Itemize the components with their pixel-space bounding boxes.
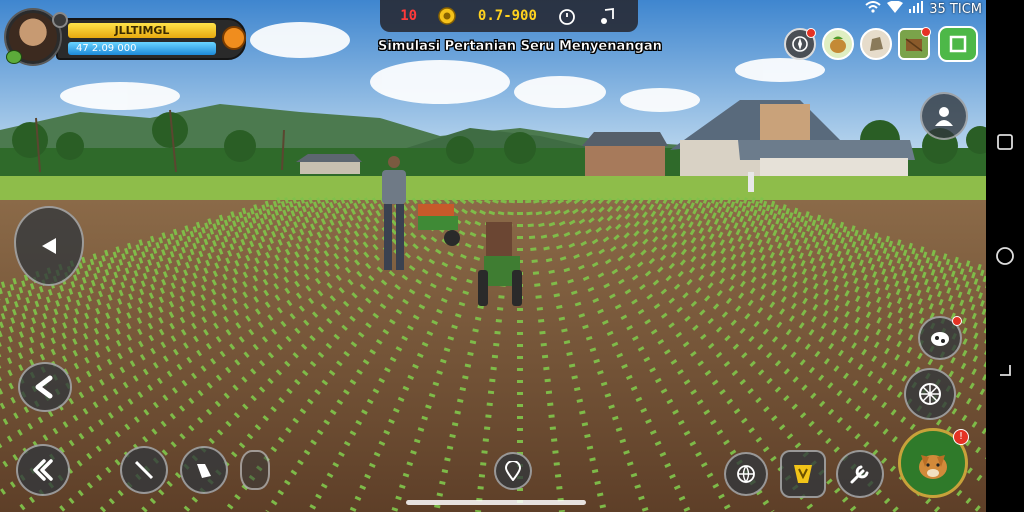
signal-wifi-icon <box>887 0 904 17</box>
map-pin-icon <box>504 461 522 481</box>
fertilizer-sack-icon[interactable] <box>860 28 892 60</box>
player-name: JLLTIMGL <box>68 23 216 38</box>
music-icon[interactable] <box>598 6 618 26</box>
game-title: Simulasi Pertanian Seru Menyenangan <box>378 39 662 54</box>
back-arrow-button[interactable] <box>18 362 72 412</box>
livestock-badge <box>952 316 962 326</box>
recent-apps-button[interactable] <box>994 131 1016 153</box>
wheel-icon <box>919 383 941 405</box>
pet-badge: ! <box>953 429 969 445</box>
livestock-button[interactable] <box>918 316 962 360</box>
timer-icon[interactable] <box>557 6 577 26</box>
tools-button[interactable] <box>836 450 884 498</box>
tool-hoe-button[interactable] <box>120 446 168 494</box>
cow-icon <box>931 332 949 346</box>
crate-badge <box>921 27 931 37</box>
game-scene <box>0 0 986 512</box>
back-icon <box>1000 365 1011 376</box>
quest-scroll-icon <box>794 465 812 483</box>
tool-slot-empty[interactable] <box>240 450 270 490</box>
arrow-left-icon <box>42 238 56 254</box>
coin-icon <box>437 6 457 26</box>
farm-background <box>0 0 986 512</box>
settings-gear-icon[interactable] <box>222 26 246 50</box>
status-bar: 35 TICM <box>865 0 982 18</box>
player-panel[interactable]: JLLTIMGL 47 2.09 000 <box>6 10 246 64</box>
double-chevron-left-icon <box>33 459 53 481</box>
harvest-button[interactable] <box>904 368 956 420</box>
wifi-icon <box>865 1 881 17</box>
player-xp: 47 2.09 000 <box>68 42 216 55</box>
system-nav-bar <box>986 0 1024 512</box>
watering-can-icon <box>197 464 211 478</box>
chevron-left-icon <box>35 375 53 399</box>
circle-icon <box>996 247 1014 265</box>
level-badge <box>6 50 22 64</box>
menu-button[interactable] <box>938 26 978 62</box>
pet-dog-button[interactable]: ! <box>898 428 969 498</box>
player-bars: JLLTIMGL 47 2.09 000 <box>56 18 246 60</box>
person-icon <box>935 107 953 126</box>
avatar-settings-icon[interactable] <box>52 12 68 28</box>
compass-badge <box>806 28 816 38</box>
globe-button[interactable] <box>724 452 768 496</box>
quest-button[interactable] <box>780 450 826 498</box>
home-indicator[interactable] <box>406 500 586 505</box>
globe-icon <box>737 465 755 484</box>
home-button[interactable] <box>994 245 1016 267</box>
profile-button[interactable] <box>920 92 968 140</box>
wrench-icon <box>850 465 869 484</box>
top-resource-bar: 10 0.7-900 <box>380 0 638 32</box>
back-button[interactable] <box>994 359 1016 381</box>
compass-icon[interactable] <box>784 28 816 60</box>
counter-left: 10 <box>400 8 418 24</box>
location-button[interactable] <box>494 452 532 490</box>
double-chevron-button[interactable] <box>16 444 70 496</box>
square-icon <box>997 134 1013 150</box>
status-time: 35 TICM <box>929 1 982 17</box>
tool-watering-button[interactable] <box>180 446 228 494</box>
cell-signal-icon <box>909 1 924 17</box>
crate-icon[interactable] <box>898 27 931 60</box>
hoe-icon <box>134 460 154 480</box>
seed-bag-icon[interactable] <box>822 28 854 60</box>
coin-count: 0.7-900 <box>477 8 537 24</box>
dog-icon <box>919 455 947 479</box>
